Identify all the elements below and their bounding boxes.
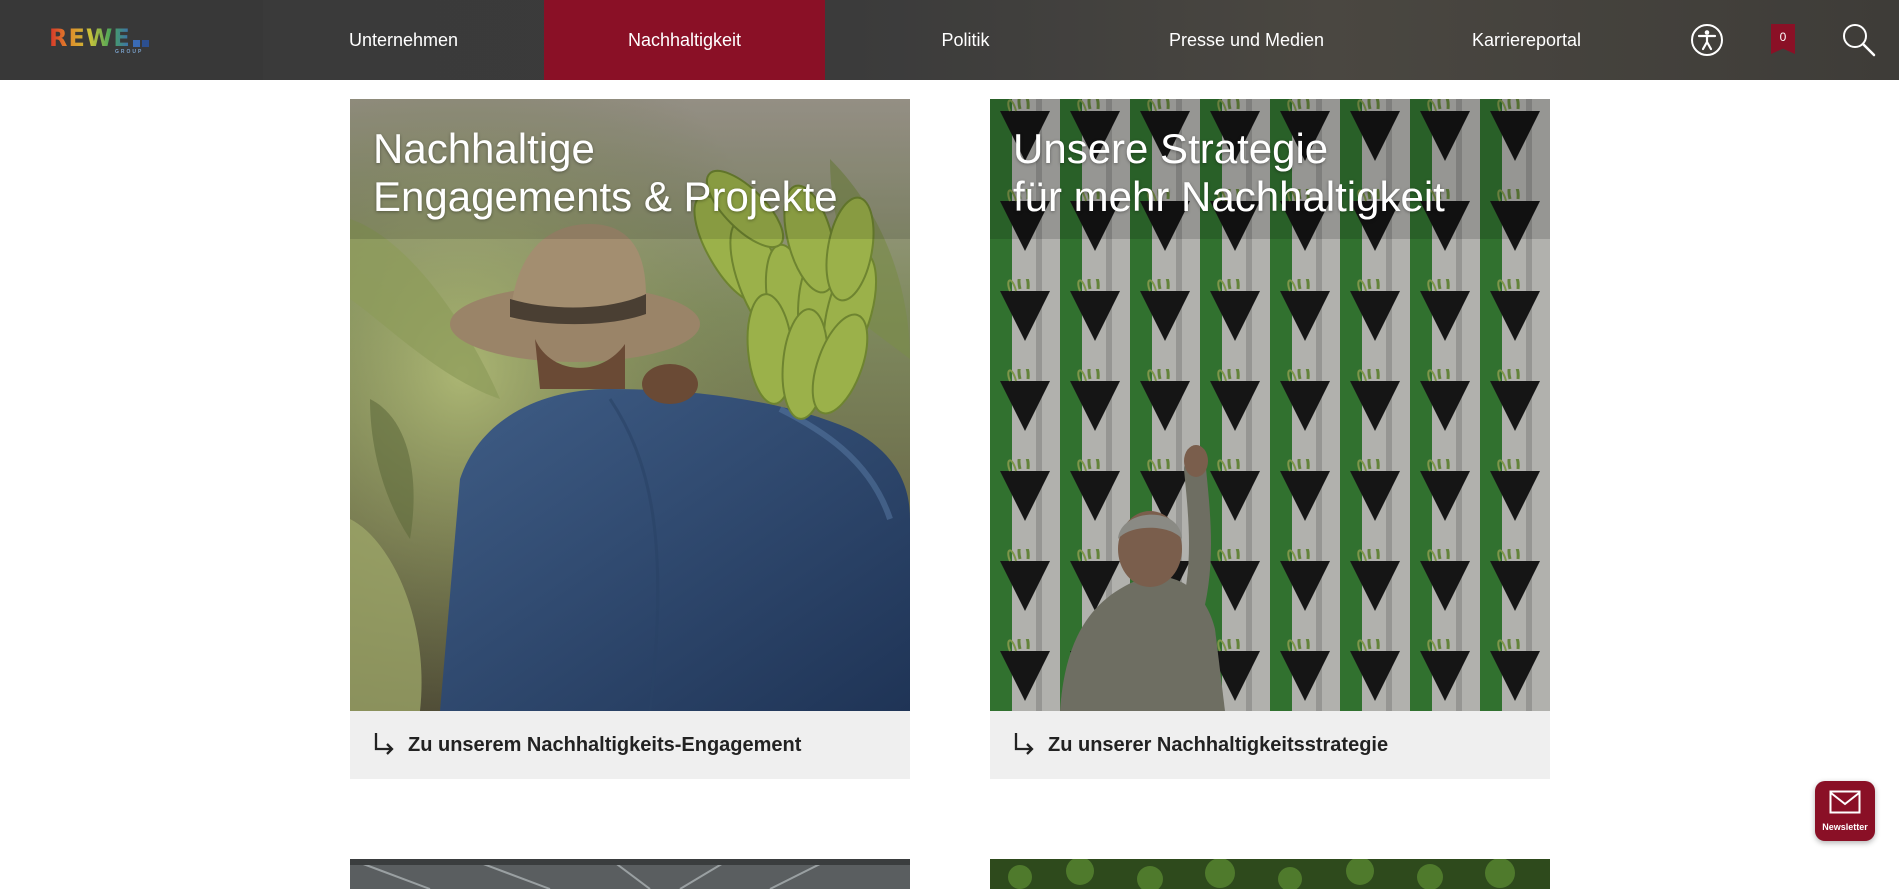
- nav-label: Unternehmen: [348, 29, 459, 50]
- nav-label: Presse und Medien: [1168, 29, 1325, 50]
- nav-label: Karriereportal: [1471, 29, 1582, 50]
- logo-word: REWE: [49, 24, 131, 52]
- link-nachhaltigkeits-engagement[interactable]: Zu unserem Nachhaltigkeits-Engagement: [350, 711, 910, 779]
- nav-label: Nachhaltigkeit: [627, 29, 742, 50]
- logo-link[interactable]: REWE GROUP: [0, 0, 263, 80]
- card-title: Unsere Strategie für mehr Nachhaltigkeit: [1013, 125, 1445, 220]
- newsletter-label: Newsletter: [1822, 822, 1868, 832]
- card-engagements: Nachhaltige Engagements & Projekte Zu un…: [350, 99, 910, 779]
- arrow-down-right-icon: [1012, 731, 1036, 760]
- nav-item-politik[interactable]: Politik: [825, 0, 1106, 80]
- mail-icon: [1829, 790, 1861, 819]
- accessibility-icon[interactable]: [1690, 23, 1724, 57]
- card-image-greenhouse[interactable]: [350, 859, 910, 889]
- logo-sub: GROUP: [115, 49, 144, 55]
- card-title: Nachhaltige Engagements & Projekte: [373, 125, 838, 220]
- search-icon[interactable]: [1841, 22, 1877, 58]
- bookmark-count: 0: [1779, 30, 1787, 44]
- link-label: Zu unserer Nachhaltigkeitsstrategie: [1048, 733, 1389, 756]
- nav-item-presse-und-medien[interactable]: Presse und Medien: [1106, 0, 1387, 80]
- rewe-group-logo: REWE GROUP: [49, 24, 149, 56]
- newsletter-button[interactable]: Newsletter: [1815, 781, 1875, 841]
- nav-item-unternehmen[interactable]: Unternehmen: [263, 0, 544, 80]
- link-nachhaltigkeitsstrategie[interactable]: Zu unserer Nachhaltigkeitsstrategie: [990, 711, 1550, 779]
- nav-item-karriereportal[interactable]: Karriereportal: [1386, 0, 1667, 80]
- card-image-plants[interactable]: [990, 859, 1550, 889]
- nav-item-nachhaltigkeit[interactable]: Nachhaltigkeit: [544, 0, 825, 80]
- card-image-farmer[interactable]: Nachhaltige Engagements & Projekte: [350, 99, 910, 711]
- top-navigation: REWE GROUP Unternehmen Nachhaltigkeit Po…: [0, 0, 1899, 80]
- card-image-garden[interactable]: Unsere Strategie für mehr Nachhaltigkeit: [990, 99, 1550, 711]
- bookmark-icon[interactable]: 0: [1771, 24, 1795, 54]
- arrow-down-right-icon: [372, 731, 396, 760]
- link-label: Zu unserem Nachhaltigkeits-Engagement: [408, 733, 802, 756]
- card-strategie: Unsere Strategie für mehr Nachhaltigkeit…: [990, 99, 1550, 779]
- nav-label: Politik: [941, 29, 990, 50]
